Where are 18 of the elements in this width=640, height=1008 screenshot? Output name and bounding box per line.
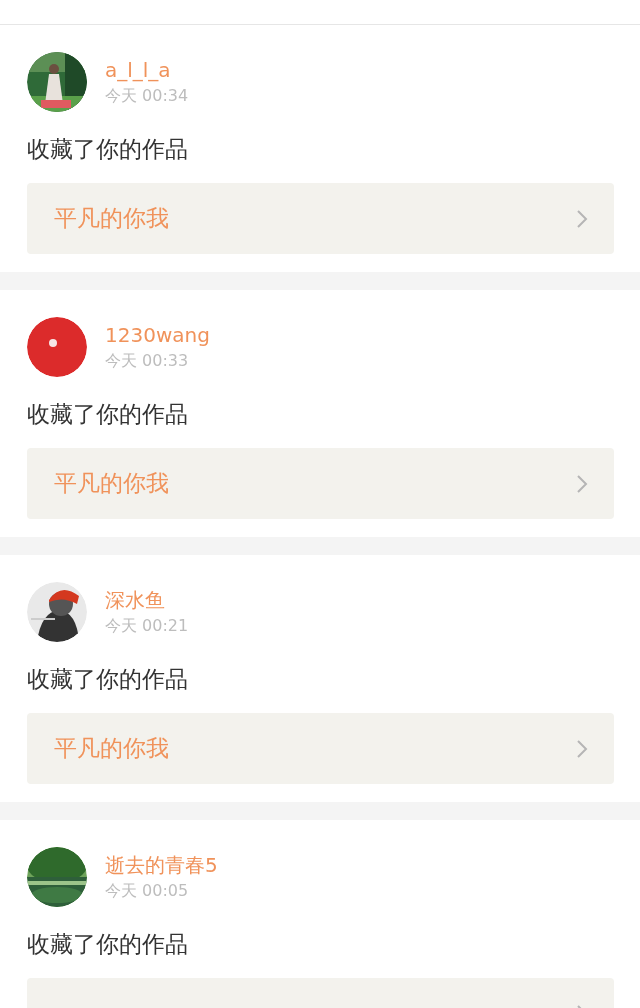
chevron-right-icon [576, 738, 588, 759]
timestamp: 今天 00:05 [105, 881, 190, 901]
activity-text: 收藏了你的作品 [27, 400, 189, 428]
chevron-right-icon [576, 473, 588, 494]
timestamp: 今天 00:33 [105, 351, 190, 371]
timestamp: 今天 00:34 [105, 86, 189, 106]
activity-text: 收藏了你的作品 [27, 665, 189, 693]
work-link[interactable]: 平凡的你我 [27, 183, 614, 254]
username[interactable]: 逝去的青春5 [105, 853, 218, 877]
work-link[interactable]: 平凡的你我 [27, 448, 614, 519]
chevron-right-icon [576, 208, 588, 229]
username[interactable]: a_l_l_a [105, 58, 189, 82]
username[interactable]: 1230wang [105, 323, 210, 347]
activity-text: 收藏了你的作品 [27, 930, 189, 958]
work-link[interactable]: 平凡的你我 [27, 713, 614, 784]
activity-text: 收藏了你的作品 [27, 135, 189, 163]
timestamp: 今天 00:21 [105, 616, 189, 636]
username[interactable]: 深水鱼 [105, 588, 189, 612]
